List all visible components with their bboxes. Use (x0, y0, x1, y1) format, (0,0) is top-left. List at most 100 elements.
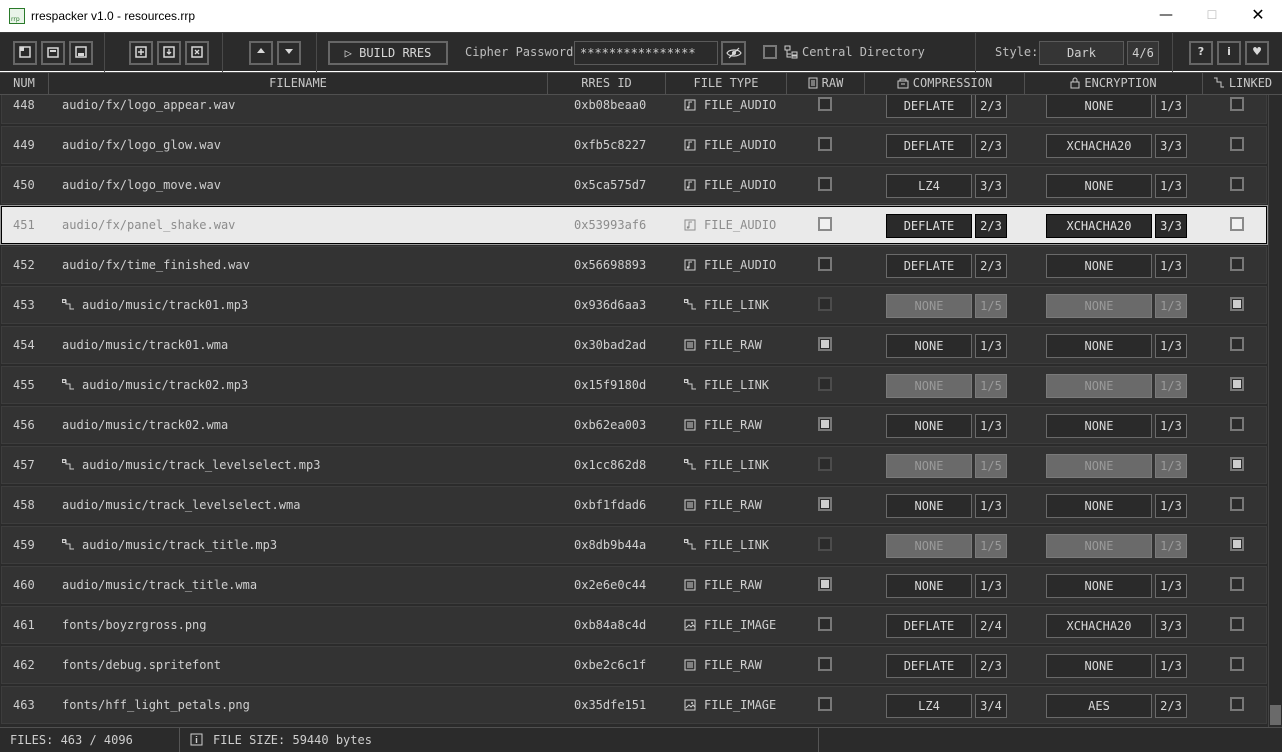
compression-selector[interactable]: NONE (886, 374, 972, 398)
toggle-password-visibility-button[interactable] (721, 41, 746, 65)
file-list[interactable]: 448 audio/fx/logo_appear.wav 0xb08beaa0 FIL… (0, 95, 1268, 727)
table-row[interactable]: 457 audio/music/track_levelselect.mp3 0x1c… (1, 446, 1267, 484)
encryption-counter[interactable]: 1/3 (1155, 374, 1187, 398)
encryption-selector[interactable]: NONE (1046, 334, 1152, 358)
col-filename[interactable]: FILENAME (49, 73, 548, 94)
compression-selector[interactable]: NONE (886, 494, 972, 518)
compression-selector[interactable]: NONE (886, 454, 972, 478)
col-file-type[interactable]: FILE TYPE (666, 73, 787, 94)
col-num[interactable]: NUM (0, 73, 49, 94)
encryption-selector[interactable]: NONE (1046, 454, 1152, 478)
compression-counter[interactable]: 2/3 (975, 254, 1007, 278)
encryption-counter[interactable]: 1/3 (1155, 174, 1187, 198)
compression-selector[interactable]: LZ4 (886, 174, 972, 198)
encryption-counter[interactable]: 3/3 (1155, 134, 1187, 158)
sponsor-button[interactable]: ♥ (1245, 41, 1269, 65)
build-rres-button[interactable]: ▷ BUILD RRES (328, 41, 448, 65)
encryption-counter[interactable]: 3/3 (1155, 214, 1187, 238)
encryption-counter[interactable]: 1/3 (1155, 494, 1187, 518)
central-directory-checkbox[interactable] (763, 45, 777, 59)
compression-counter[interactable]: 1/5 (975, 374, 1007, 398)
compression-counter[interactable]: 1/3 (975, 574, 1007, 598)
encryption-counter[interactable]: 1/3 (1155, 95, 1187, 118)
encryption-counter[interactable]: 2/3 (1155, 694, 1187, 718)
add-file-button[interactable] (129, 41, 153, 65)
compression-counter[interactable]: 1/3 (975, 414, 1007, 438)
compression-selector[interactable]: NONE (886, 574, 972, 598)
raw-checkbox[interactable] (818, 577, 832, 591)
encryption-selector[interactable]: NONE (1046, 494, 1152, 518)
compression-counter[interactable]: 2/3 (975, 95, 1007, 118)
table-row[interactable]: 460 audio/music/track_title.wma 0x2e6e0c44… (1, 566, 1267, 604)
table-row[interactable]: 451 audio/fx/panel_shake.wav 0x53993af6 FIL… (0, 205, 1268, 245)
compression-selector[interactable]: NONE (886, 334, 972, 358)
table-row[interactable]: 452 audio/fx/time_finished.wav 0x56698893 F… (1, 246, 1267, 284)
raw-checkbox[interactable] (818, 337, 832, 351)
linked-checkbox[interactable] (1230, 457, 1244, 471)
encryption-counter[interactable]: 3/3 (1155, 614, 1187, 638)
compression-selector[interactable]: DEFLATE (886, 614, 972, 638)
col-compression[interactable]: COMPRESSION (865, 73, 1025, 94)
raw-checkbox[interactable] (818, 297, 832, 311)
table-row[interactable]: 463 fonts/hff_light_petals.png 0x35dfe151 F… (1, 686, 1267, 724)
table-row[interactable]: 458 audio/music/track_levelselect.wma 0xbf… (1, 486, 1267, 524)
encryption-selector[interactable]: XCHACHA20 (1046, 214, 1152, 238)
encryption-selector[interactable]: NONE (1046, 534, 1152, 558)
encryption-counter[interactable]: 1/3 (1155, 534, 1187, 558)
linked-checkbox[interactable] (1230, 537, 1244, 551)
table-row[interactable]: 455 audio/music/track02.mp3 0x15f9180d FILE… (1, 366, 1267, 404)
compression-selector[interactable]: NONE (886, 294, 972, 318)
compression-counter[interactable]: 2/3 (975, 214, 1007, 238)
encryption-selector[interactable]: NONE (1046, 654, 1152, 678)
compression-counter[interactable]: 3/4 (975, 694, 1007, 718)
move-up-button[interactable] (249, 41, 273, 65)
linked-checkbox[interactable] (1230, 257, 1244, 271)
col-encryption[interactable]: ENCRYPTION (1025, 73, 1203, 94)
compression-counter[interactable]: 1/5 (975, 454, 1007, 478)
compression-counter[interactable]: 2/3 (975, 134, 1007, 158)
table-row[interactable]: 453 audio/music/track01.mp3 0x936d6aa3 FILE… (1, 286, 1267, 324)
encryption-selector[interactable]: NONE (1046, 414, 1152, 438)
encryption-counter[interactable]: 1/3 (1155, 294, 1187, 318)
move-down-button[interactable] (277, 41, 301, 65)
compression-selector[interactable]: DEFLATE (886, 134, 972, 158)
encryption-counter[interactable]: 1/3 (1155, 654, 1187, 678)
encryption-selector[interactable]: NONE (1046, 174, 1152, 198)
cipher-password-input[interactable]: **************** (574, 41, 718, 65)
table-row[interactable]: 448 audio/fx/logo_appear.wav 0xb08beaa0 FIL… (1, 95, 1267, 124)
encryption-selector[interactable]: XCHACHA20 (1046, 614, 1152, 638)
remove-file-button[interactable] (185, 41, 209, 65)
raw-checkbox[interactable] (818, 97, 832, 111)
linked-checkbox[interactable] (1230, 297, 1244, 311)
compression-selector[interactable]: DEFLATE (886, 214, 972, 238)
vertical-scrollbar[interactable] (1268, 95, 1282, 727)
new-file-button[interactable] (13, 41, 37, 65)
table-row[interactable]: 456 audio/music/track02.wma 0xb62ea003 FILE… (1, 406, 1267, 444)
linked-checkbox[interactable] (1230, 697, 1244, 711)
linked-checkbox[interactable] (1230, 137, 1244, 151)
compression-selector[interactable]: DEFLATE (886, 95, 972, 118)
encryption-counter[interactable]: 1/3 (1155, 414, 1187, 438)
linked-checkbox[interactable] (1230, 497, 1244, 511)
raw-checkbox[interactable] (818, 617, 832, 631)
raw-checkbox[interactable] (818, 657, 832, 671)
minimize-button[interactable]: — (1143, 0, 1189, 32)
encryption-selector[interactable]: NONE (1046, 574, 1152, 598)
raw-checkbox[interactable] (818, 137, 832, 151)
linked-checkbox[interactable] (1230, 617, 1244, 631)
encryption-counter[interactable]: 1/3 (1155, 254, 1187, 278)
raw-checkbox[interactable] (818, 497, 832, 511)
encryption-selector[interactable]: AES (1046, 694, 1152, 718)
table-row[interactable]: 454 audio/music/track01.wma 0x30bad2ad FILE… (1, 326, 1267, 364)
linked-checkbox[interactable] (1230, 337, 1244, 351)
compression-counter[interactable]: 1/3 (975, 494, 1007, 518)
compression-counter[interactable]: 1/5 (975, 534, 1007, 558)
encryption-counter[interactable]: 1/3 (1155, 334, 1187, 358)
table-row[interactable]: 450 audio/fx/logo_move.wav 0x5ca575d7 FILE_… (1, 166, 1267, 204)
linked-checkbox[interactable] (1230, 377, 1244, 391)
raw-checkbox[interactable] (818, 697, 832, 711)
scrollbar-thumb[interactable] (1270, 705, 1281, 725)
linked-checkbox[interactable] (1230, 417, 1244, 431)
compression-selector[interactable]: DEFLATE (886, 254, 972, 278)
encryption-selector[interactable]: NONE (1046, 374, 1152, 398)
